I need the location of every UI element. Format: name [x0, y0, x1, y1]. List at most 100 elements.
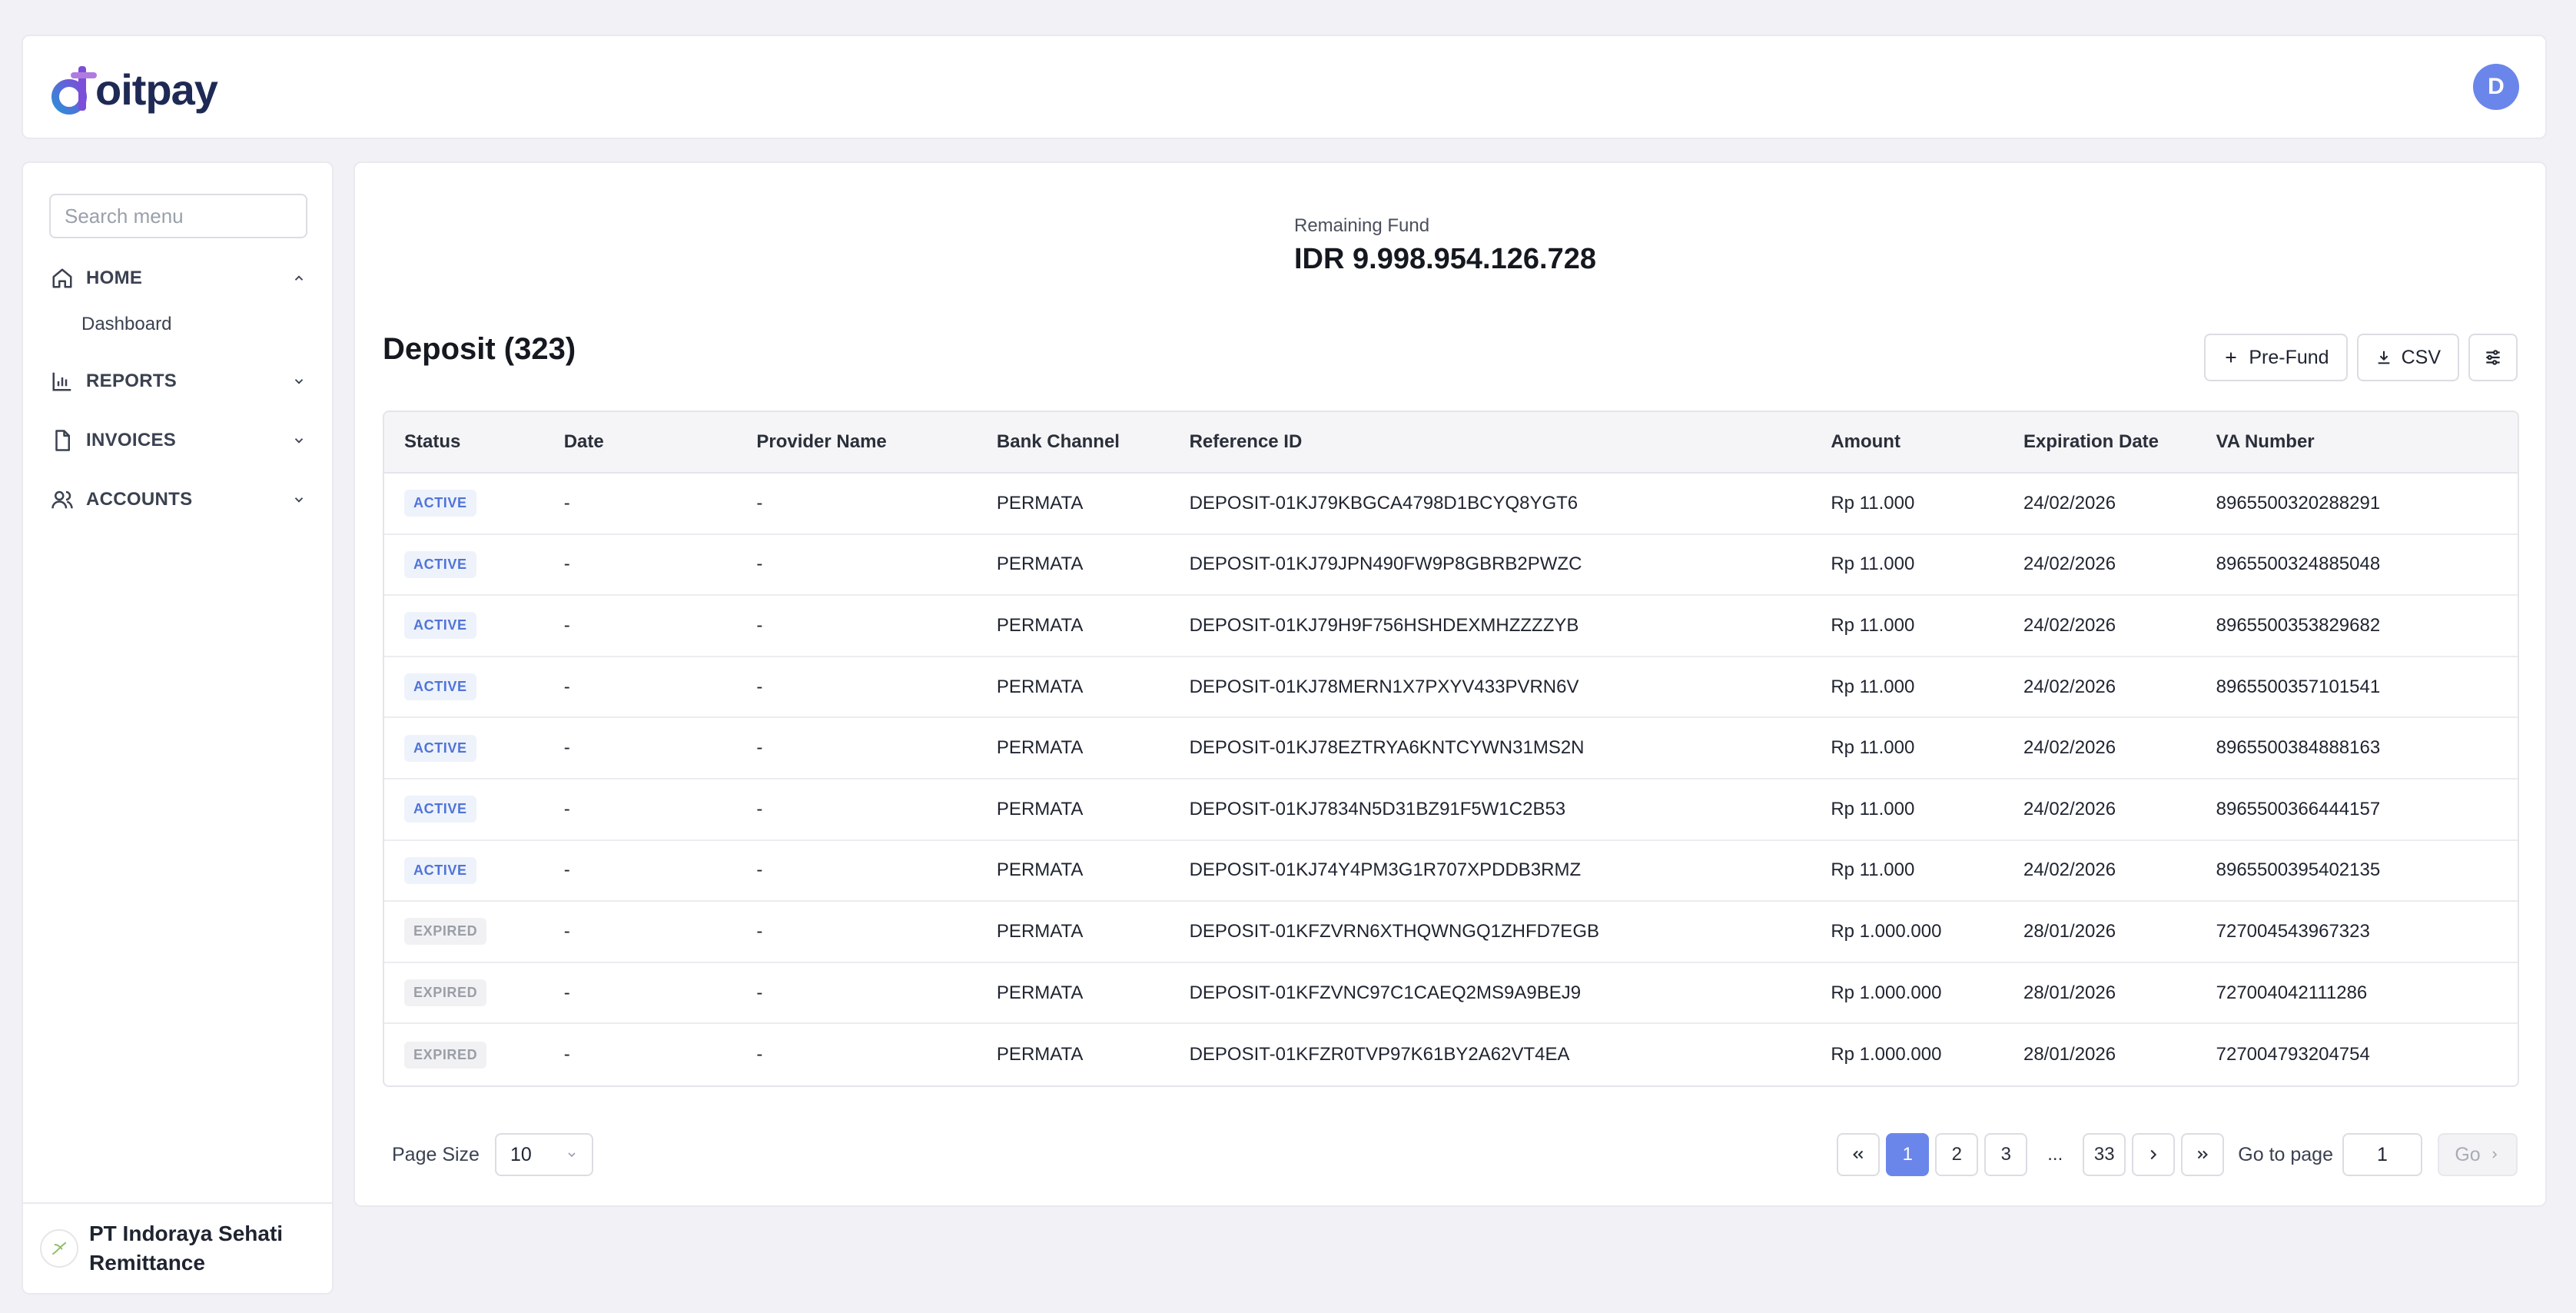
company-name: PT Indoraya Sehati Remittance [89, 1222, 284, 1275]
last-page-button[interactable] [2181, 1133, 2225, 1176]
chevrons-left-icon [1853, 1150, 1864, 1159]
go-button[interactable]: Go [2438, 1133, 2518, 1176]
logo-text: oitpay [95, 65, 218, 114]
column-header-date[interactable]: Date [544, 431, 737, 453]
amount-cell: Rp 1.000.000 [1831, 1044, 1942, 1065]
status-cell: ACTIVE [384, 550, 544, 578]
table-row[interactable]: ACTIVE - - PERMATA DEPOSIT-01KJ78MERN1X7PXYV… [384, 657, 2518, 719]
sidebar-item-label: REPORTS [86, 371, 178, 391]
status-cell: EXPIRED [384, 1041, 544, 1069]
go-to-page-input[interactable] [2342, 1133, 2422, 1176]
sidebar-subitem-dashboard[interactable]: Dashboard [81, 314, 171, 335]
page-size-select[interactable]: 10 [495, 1133, 593, 1176]
pre-fund-button[interactable]: Pre-Fund [2204, 334, 2348, 381]
status-badge: ACTIVE [404, 550, 476, 578]
deposit-table: Status Date Provider Name Bank Channel R… [383, 411, 2519, 1087]
column-header-va-number[interactable]: VA Number [2196, 431, 2518, 453]
amount-cell: Rp 11.000 [1831, 859, 1915, 881]
page-title: Deposit (323) [383, 332, 576, 366]
bank-channel-cell: PERMATA [996, 859, 1084, 881]
expiration-date-cell: 28/01/2026 [2023, 982, 2116, 1003]
page-button-1[interactable]: 1 [1886, 1133, 1930, 1176]
provider-cell: - [756, 1044, 763, 1065]
csv-export-button[interactable]: CSV [2356, 334, 2459, 381]
table-row[interactable]: EXPIRED - - PERMATA DEPOSIT-01KFZVRN6XTHQWNG… [384, 902, 2518, 963]
bank-channel-cell: PERMATA [996, 920, 1084, 942]
page-button-3[interactable]: 3 [1984, 1133, 2028, 1176]
doitpay-logo[interactable]: oitpay [51, 59, 218, 121]
status-badge: ACTIVE [404, 490, 476, 517]
column-header-status[interactable]: Status [384, 431, 544, 453]
search-menu-input[interactable] [49, 194, 307, 238]
filter-settings-button[interactable] [2468, 334, 2518, 381]
amount-cell: Rp 11.000 [1831, 553, 1915, 575]
reference-id-cell: DEPOSIT-01KJ79KBGCA4798D1BCYQ8YGT6 [1189, 492, 1578, 514]
sidebar-item-reports[interactable]: REPORTS [49, 361, 307, 401]
chevron-up-icon [290, 270, 307, 287]
bank-channel-cell: PERMATA [996, 798, 1084, 819]
users-icon [49, 487, 75, 513]
reference-id-cell: DEPOSIT-01KJ74Y4PM3G1R707XPDDB3RMZ [1189, 859, 1582, 881]
column-header-reference[interactable]: Reference ID [1170, 431, 1811, 453]
va-number-cell: 8965500320288291 [2216, 492, 2381, 514]
va-number-cell: 8965500366444157 [2216, 798, 2381, 819]
next-page-button[interactable] [2132, 1133, 2176, 1176]
table-row[interactable]: EXPIRED - - PERMATA DEPOSIT-01KFZR0TVP97K61B… [384, 1024, 2518, 1085]
date-cell: - [563, 492, 570, 514]
date-cell: - [563, 798, 570, 819]
va-number-cell: 727004042111286 [2216, 982, 2368, 1003]
column-header-expiration[interactable]: Expiration Date [2003, 431, 2196, 453]
sidebar-item-invoices[interactable]: INVOICES [49, 420, 307, 460]
column-header-bank[interactable]: Bank Channel [977, 431, 1170, 453]
amount-cell: Rp 11.000 [1831, 614, 1915, 636]
expiration-date-cell: 24/02/2026 [2023, 553, 2116, 575]
date-cell: - [563, 1044, 570, 1065]
company-switcher[interactable]: PT Indoraya Sehati Remittance [23, 1202, 332, 1293]
page-size-value: 10 [510, 1143, 532, 1165]
chevron-right-icon [2150, 1149, 2157, 1160]
pagination-ellipsis: ... [2047, 1144, 2063, 1165]
chevrons-right-icon [2198, 1150, 2209, 1159]
amount-cell: Rp 11.000 [1831, 798, 1915, 819]
status-cell: ACTIVE [384, 856, 544, 884]
column-header-provider[interactable]: Provider Name [736, 431, 977, 453]
main-content: Remaining Fund IDR 9.998.954.126.728 Dep… [354, 161, 2547, 1207]
chevron-right-icon [2492, 1151, 2497, 1158]
first-page-button[interactable] [1837, 1133, 1881, 1176]
page-button-last[interactable]: 33 [2083, 1133, 2126, 1176]
table-row[interactable]: ACTIVE - - PERMATA DEPOSIT-01KJ79H9F756HSHDE… [384, 596, 2518, 657]
status-badge: ACTIVE [404, 673, 476, 701]
table-row[interactable]: ACTIVE - - PERMATA DEPOSIT-01KJ74Y4PM3G1R707… [384, 841, 2518, 902]
status-cell: EXPIRED [384, 918, 544, 946]
reference-id-cell: DEPOSIT-01KJ7834N5D31BZ91F5W1C2B53 [1189, 798, 1566, 819]
reference-id-cell: DEPOSIT-01KFZVNC97C1CAEQ2MS9A9BEJ9 [1189, 982, 1582, 1003]
table-row[interactable]: ACTIVE - - PERMATA DEPOSIT-01KJ79KBGCA4798D1… [384, 474, 2518, 535]
status-badge: EXPIRED [404, 918, 487, 946]
user-avatar[interactable]: D [2473, 64, 2519, 110]
date-cell: - [563, 553, 570, 575]
table-row[interactable]: ACTIVE - - PERMATA DEPOSIT-01KJ79JPN490FW9P8… [384, 535, 2518, 597]
amount-cell: Rp 11.000 [1831, 492, 1915, 514]
provider-cell: - [756, 798, 763, 819]
table-row[interactable]: EXPIRED - - PERMATA DEPOSIT-01KFZVNC97C1CAEQ… [384, 963, 2518, 1025]
bank-channel-cell: PERMATA [996, 553, 1084, 575]
status-cell: ACTIVE [384, 734, 544, 762]
table-toolbar: Pre-Fund CSV [2204, 334, 2518, 381]
va-number-cell: 8965500357101541 [2216, 676, 2381, 697]
table-row[interactable]: ACTIVE - - PERMATA DEPOSIT-01KJ7834N5D31BZ91… [384, 779, 2518, 841]
sidebar-item-accounts[interactable]: ACCOUNTS [49, 480, 307, 520]
status-badge: EXPIRED [404, 1041, 487, 1069]
sidebar-item-home[interactable]: HOME [49, 258, 307, 298]
date-cell: - [563, 614, 570, 636]
reference-id-cell: DEPOSIT-01KJ79H9F756HSHDEXMHZZZZYB [1189, 614, 1579, 636]
page-button-2[interactable]: 2 [1935, 1133, 1979, 1176]
sidebar-item-label: HOME [86, 268, 143, 288]
company-logo [40, 1229, 78, 1268]
amount-cell: Rp 11.000 [1831, 737, 1915, 759]
expiration-date-cell: 24/02/2026 [2023, 676, 2116, 697]
status-cell: ACTIVE [384, 612, 544, 640]
column-header-amount[interactable]: Amount [1811, 431, 2003, 453]
table-header: Status Date Provider Name Bank Channel R… [384, 412, 2518, 474]
table-row[interactable]: ACTIVE - - PERMATA DEPOSIT-01KJ78EZTRYA6KNTC… [384, 718, 2518, 779]
status-cell: ACTIVE [384, 490, 544, 517]
